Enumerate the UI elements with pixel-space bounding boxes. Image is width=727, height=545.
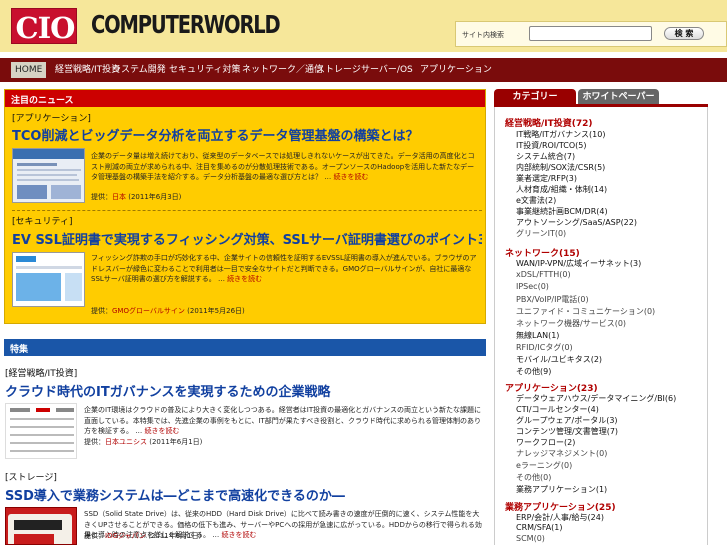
sidebar-section-title[interactable]: 経営戦略/IT投資(72): [505, 116, 593, 129]
sidebar-item[interactable]: 業者選定/RFP(3): [516, 173, 577, 184]
article-divider: [12, 210, 482, 211]
sidebar-item[interactable]: CTI/コールセンター(4): [516, 404, 599, 415]
news-title[interactable]: クラウド時代のITガバナンスを実現するための企業戦略: [5, 381, 330, 400]
deep-drive-thumbnail[interactable]: [5, 507, 77, 545]
read-more-link[interactable]: 続きを読む: [333, 173, 368, 181]
byline-date: (2011年6月1日): [149, 438, 203, 446]
article-category[interactable]: [アプリケーション]: [12, 111, 91, 124]
thumbnail-graphic: [10, 408, 74, 452]
featured-heading-bar: 注目のニュース: [5, 90, 485, 107]
sidebar-item[interactable]: データウェアハウス/データマイニング/BI(6): [516, 393, 676, 404]
read-more-link[interactable]: 続きを読む: [144, 427, 179, 435]
sidebar-item[interactable]: 無線LAN(1): [516, 330, 559, 341]
search-button[interactable]: 検 索: [664, 27, 704, 40]
search-input[interactable]: [529, 26, 652, 41]
sidebar-item[interactable]: ナレッジマネジメント(0): [516, 448, 607, 459]
nav-item-development[interactable]: システム開発: [108, 62, 170, 78]
sidebar-item[interactable]: IPSec(0): [516, 282, 549, 291]
article-summary-text: フィッシング詐欺の手口が巧妙化する中、企業サイトの信頼性を証明するEVSSL証明…: [91, 254, 477, 283]
article-summary-text: 企業のデータ量は増え続けており、従来型のデータベースでは処理しきれないケースが出…: [91, 152, 475, 181]
article-thumbnail[interactable]: [12, 148, 85, 203]
news-heading: 特集: [10, 345, 29, 355]
computerworld-logo[interactable]: COMPUTERWORLD: [91, 10, 281, 39]
article-title[interactable]: EV SSL証明書で実現するフィッシング対策、SSLサーバ証明書選びのポイント3…: [12, 229, 482, 248]
main-nav: HOME 経営戦略/IT投資 システム開発 セキュリティ対策 ネットワーク／通信…: [0, 58, 727, 82]
read-more-link[interactable]: 続きを読む: [221, 531, 256, 539]
thumbnail-graphic: [13, 149, 84, 199]
article-title[interactable]: TCO削減とビッグデータ分析を両立するデータ管理基盤の構築とは？: [12, 125, 482, 144]
news-summary: 企業のIT環境はクラウドの普及により大きく変化しつつある。経営者はIT投資の最適…: [84, 406, 482, 435]
deep-drive-graphic: [6, 508, 76, 544]
article-byline: 提供：GMOグローバルサイン (2011年5月26日): [91, 306, 245, 316]
sidebar-item[interactable]: ネットワーク機器/サービス(0): [516, 318, 626, 329]
sidebar-item[interactable]: IT投資/ROI/TCO(5): [516, 140, 586, 151]
sidebar-item[interactable]: その他(9): [516, 366, 551, 377]
news-title[interactable]: SSD導入で業務システムは―どこまで高速化できるのか―: [5, 485, 345, 504]
sidebar-item[interactable]: PBX/VoIP/IP電話(0): [516, 294, 589, 305]
article-summary: フィッシング詐欺の手口が巧妙化する中、企業サイトの信頼性を証明するEVSSL証明…: [91, 254, 477, 283]
sidebar-item[interactable]: グループウェア/ポータル(3): [516, 415, 618, 426]
sidebar-item[interactable]: RFID/ICタグ(0): [516, 342, 573, 353]
sidebar-item[interactable]: CRM/SFA(1): [516, 523, 563, 532]
search-label: サイト内検索: [462, 31, 504, 39]
sidebar-item[interactable]: WAN/IP-VPN/広域イーサネット(3): [516, 258, 641, 269]
sidebar-item[interactable]: e文書法(2): [516, 195, 556, 206]
sidebar-item[interactable]: グリーンIT(0): [516, 228, 566, 239]
tab-whitepaper[interactable]: ホワイトペーパー: [578, 89, 659, 105]
news-thumbnail[interactable]: [5, 403, 77, 459]
sidebar-item[interactable]: コンテンツ管理/文書管理(7): [516, 426, 618, 437]
article-category[interactable]: [セキュリティ]: [12, 214, 72, 227]
byline-label: 提供：: [84, 532, 105, 540]
sidebar-item[interactable]: SCM(0): [516, 534, 545, 543]
byline-date: (2011年5月26日): [187, 307, 245, 315]
byline-label: 提供：: [84, 438, 105, 446]
nav-item-home[interactable]: HOME: [11, 62, 47, 78]
byline-date: (2011年6月3日): [128, 193, 182, 201]
sidebar-item[interactable]: ERP/会計/人事/給与(24): [516, 512, 604, 523]
byline-source[interactable]: IDGジャパン: [105, 532, 146, 540]
tab-category[interactable]: カテゴリー: [494, 89, 576, 105]
sidebar-item[interactable]: 人材育成/組織・体制(14): [516, 184, 607, 195]
sidebar-item[interactable]: その他(0): [516, 472, 551, 483]
nav-item-server[interactable]: サーバー/OS: [357, 62, 417, 78]
thumbnail-graphic: [13, 253, 84, 306]
featured-heading: 注目のニュース: [11, 96, 74, 106]
byline-label: 提供：: [91, 307, 112, 315]
sidebar-item[interactable]: 内部統制/SOX法/CSR(5): [516, 162, 605, 173]
nav-item-security[interactable]: セキュリティ対策: [165, 62, 244, 78]
article-thumbnail[interactable]: [12, 252, 85, 307]
sidebar-item[interactable]: IT戦略/ITガバナンス(10): [516, 129, 605, 140]
sidebar-item[interactable]: モバイル/ユビキタス(2): [516, 354, 602, 365]
sidebar-item[interactable]: 業務アプリケーション(1): [516, 484, 607, 495]
sidebar-item[interactable]: ユニファイド・コミュニケーション(0): [516, 306, 655, 317]
byline-source[interactable]: GMOグローバルサイン: [112, 307, 185, 315]
cio-logo[interactable]: CIO: [11, 8, 77, 45]
featured-section: 注目のニュース [アプリケーション] TCO削減とビッグデータ分析を両立するデー…: [4, 89, 486, 324]
article-summary: 企業のデータ量は増え続けており、従来型のデータベースでは処理しきれないケースが出…: [91, 152, 475, 181]
nav-item-application[interactable]: アプリケーション: [416, 62, 496, 78]
cio-logo-text: CIO: [15, 11, 76, 45]
sidebar-item[interactable]: xDSL/FTTH(0): [516, 270, 571, 279]
news-heading-bar: 特集: [4, 339, 486, 356]
read-more-link[interactable]: 続きを読む: [227, 275, 262, 283]
byline-date: (2011年6月1日): [148, 532, 202, 540]
news-byline: 提供：IDGジャパン (2011年6月1日): [84, 531, 201, 541]
byline-label: 提供：: [91, 193, 112, 201]
site-header: CIO COMPUTERWORLD サイト内検索 検 索: [0, 0, 727, 52]
search-box: サイト内検索 検 索: [455, 21, 727, 47]
sidebar-top-rule: [494, 104, 708, 107]
sidebar-item[interactable]: 事業継続計画BCM/DR(4): [516, 206, 608, 217]
news-byline: 提供：日本ユニシス (2011年6月1日): [84, 437, 202, 447]
sidebar-item[interactable]: システム統合(7): [516, 151, 575, 162]
article-byline: 提供：日本 (2011年6月3日): [91, 192, 181, 202]
sidebar-item[interactable]: アウトソーシング/SaaS/ASP(22): [516, 217, 637, 228]
sidebar-item[interactable]: ワークフロー(2): [516, 437, 575, 448]
news-category[interactable]: [ストレージ]: [5, 470, 57, 483]
sidebar-item[interactable]: eラーニング(0): [516, 460, 572, 471]
byline-source[interactable]: 日本: [112, 193, 126, 201]
byline-source[interactable]: 日本ユニシス: [105, 438, 147, 446]
news-category[interactable]: [経営戦略/IT投資]: [5, 366, 77, 379]
